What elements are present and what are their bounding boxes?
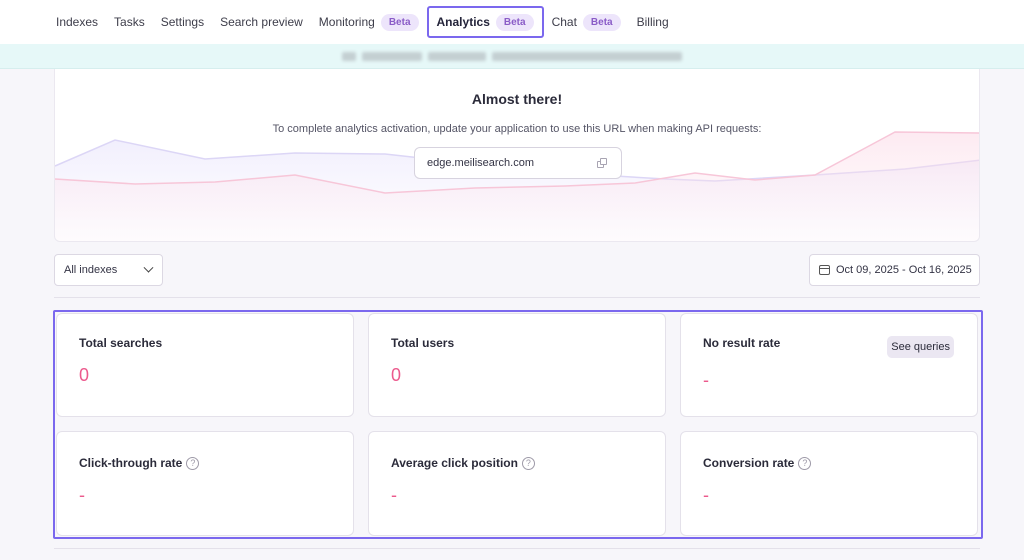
index-select[interactable]: All indexes xyxy=(54,254,163,286)
nav-tab-search-preview[interactable]: Search preview xyxy=(212,6,311,38)
redacted-text xyxy=(492,51,682,61)
nav-tab-label: Analytics xyxy=(436,15,490,29)
nav-tab-settings[interactable]: Settings xyxy=(153,6,212,38)
nav-tab-label: Search preview xyxy=(220,15,303,29)
nav-tab-analytics[interactable]: Analytics Beta xyxy=(426,6,544,38)
beta-badge: Beta xyxy=(495,13,534,31)
beta-badge: Beta xyxy=(380,13,419,31)
top-nav: Indexes Tasks Settings Search preview Mo… xyxy=(0,0,1024,44)
divider xyxy=(54,548,980,549)
nav-tab-tasks[interactable]: Tasks xyxy=(106,6,153,38)
beta-badge: Beta xyxy=(582,13,621,31)
copy-icon[interactable] xyxy=(597,157,609,169)
calendar-icon xyxy=(819,265,830,275)
date-range-value: Oct 09, 2025 - Oct 16, 2025 xyxy=(836,264,972,276)
nav-tab-chat[interactable]: Chat Beta xyxy=(544,6,629,38)
api-url-text: edge.meilisearch.com xyxy=(427,157,534,169)
activation-title: Almost there! xyxy=(471,91,563,107)
nav-tab-monitoring[interactable]: Monitoring Beta xyxy=(311,6,427,38)
nav-tab-label: Settings xyxy=(160,15,205,29)
nav-tab-label: Monitoring xyxy=(318,15,375,29)
redacted-text xyxy=(362,51,422,61)
redacted-banner xyxy=(0,44,1024,69)
divider xyxy=(54,297,980,298)
analytics-activation-card: Almost there! To complete analytics acti… xyxy=(54,69,980,242)
api-url-field[interactable]: edge.meilisearch.com xyxy=(414,147,622,179)
nav-tab-label: Billing xyxy=(636,15,669,29)
metrics-highlight-frame xyxy=(53,310,983,539)
nav-tab-label: Indexes xyxy=(56,15,99,29)
nav-tab-label: Tasks xyxy=(114,15,145,29)
nav-tab-indexes[interactable]: Indexes xyxy=(48,6,106,38)
nav-tab-label: Chat xyxy=(551,15,577,29)
index-select-value: All indexes xyxy=(64,264,118,276)
redacted-text xyxy=(342,51,356,61)
activation-description: To complete analytics activation, update… xyxy=(272,123,762,135)
date-range-picker[interactable]: Oct 09, 2025 - Oct 16, 2025 xyxy=(809,254,980,286)
nav-tab-billing[interactable]: Billing xyxy=(629,6,677,38)
chevron-down-icon xyxy=(143,262,154,273)
redacted-text xyxy=(428,51,486,61)
